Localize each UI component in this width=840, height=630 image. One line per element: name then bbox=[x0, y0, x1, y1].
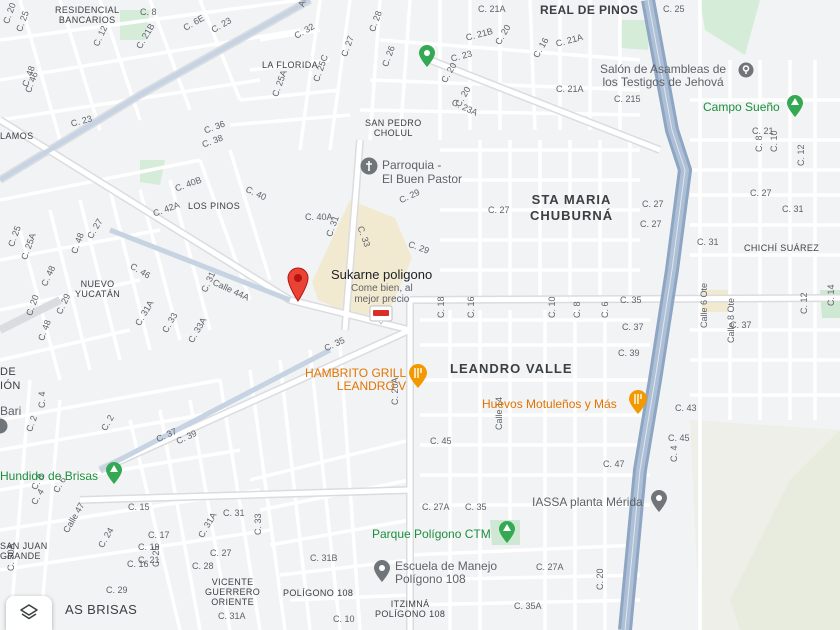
layers-button[interactable] bbox=[6, 596, 52, 630]
poi-bari[interactable]: Bari bbox=[0, 405, 21, 417]
place-icon[interactable] bbox=[0, 418, 8, 436]
industrial-area bbox=[690, 420, 840, 630]
neighborhood-label-mion: DE IÓN bbox=[0, 366, 21, 392]
neighborhood-label-real-de-pinos: REAL DE PINOS bbox=[540, 3, 639, 17]
street-label: C. 35 bbox=[620, 295, 642, 305]
street-label: C. 10 bbox=[547, 296, 557, 318]
street-label: C. 27 bbox=[750, 188, 772, 198]
street-label: C. 27 bbox=[488, 205, 510, 215]
poi-escuela[interactable]: Escuela de Manejo Polígono 108 bbox=[395, 560, 497, 586]
street-label: C. 47 bbox=[603, 459, 625, 469]
street-label: C. 215 bbox=[614, 94, 641, 104]
street-label: C. 14 bbox=[826, 284, 836, 306]
street-label: C. 31A bbox=[218, 611, 246, 621]
street-label: C. 4 bbox=[669, 445, 679, 462]
street-label: C. 25 bbox=[663, 4, 685, 14]
poi-campo-sueno[interactable]: Campo Sueño bbox=[703, 101, 780, 113]
street-label: C. 29 bbox=[106, 585, 128, 595]
park-icon[interactable] bbox=[786, 94, 804, 118]
place-icon[interactable] bbox=[738, 62, 754, 78]
street-label: C. 31 bbox=[782, 204, 804, 214]
street-label: C. 31 bbox=[697, 237, 719, 247]
street-label: C. 6 bbox=[600, 301, 610, 318]
street-label: C. 28 bbox=[192, 561, 214, 571]
neighborhood-label-itzimna: ITZIMNÁ POLÍGONO 108 bbox=[375, 599, 446, 619]
park-icon[interactable] bbox=[498, 520, 516, 544]
street-label: C. 25 bbox=[151, 545, 161, 567]
street-label: C. 33 bbox=[253, 513, 263, 535]
place-icon[interactable] bbox=[650, 489, 668, 513]
map-canvas[interactable]: C. 8 C. 6E C. 12 C. 21B C. 23 Av C. 32 C. 28 C. … bbox=[0, 0, 840, 630]
street-label: C. 37 bbox=[730, 320, 752, 330]
street-label: C. 21A bbox=[478, 4, 506, 14]
neighborhood-label-san-juan-grande: SAN JUAN GRANDE bbox=[0, 541, 48, 561]
poi-parroquia[interactable]: Parroquia - El Buen Pastor bbox=[382, 158, 462, 186]
neighborhood-label-los-pinos: LOS PINOS bbox=[188, 201, 241, 211]
poi-hambrito[interactable]: HAMBRITO GRILL LEANDRO V bbox=[305, 367, 406, 393]
poi-sukarne-subtitle: Come bien, al mejor precio bbox=[351, 283, 413, 305]
store-icon[interactable] bbox=[369, 305, 393, 325]
street-label: C. 35 bbox=[465, 502, 487, 512]
street-label: C. 12 bbox=[796, 144, 806, 166]
place-icon[interactable] bbox=[373, 559, 391, 583]
neighborhood-label-residencial-bancarios: RESIDENCIAL BANCARIOS bbox=[55, 5, 120, 25]
street-label: C. 8 bbox=[572, 301, 582, 318]
street-label: C. 45 bbox=[668, 433, 690, 443]
district-label-leandro-valle: LEANDRO VALLE bbox=[450, 361, 573, 376]
street-label: C. 27 bbox=[642, 199, 664, 209]
poi-hundido[interactable]: Hundido de Brisas bbox=[0, 470, 98, 482]
church-icon[interactable] bbox=[360, 157, 378, 175]
park-icon[interactable] bbox=[105, 461, 123, 485]
street-label: C. 21A bbox=[556, 84, 584, 94]
street-label: C. 31 bbox=[223, 508, 245, 518]
street-label: C. 37 bbox=[622, 322, 644, 332]
poi-salon-asambleas[interactable]: Salón de Asambleas de los Testigos de Jeh… bbox=[600, 63, 726, 89]
layers-icon bbox=[20, 604, 38, 620]
street-label: C. 17 bbox=[148, 530, 170, 540]
neighborhood-label-poligono-108: POLÍGONO 108 bbox=[283, 588, 354, 598]
neighborhood-label-la-florida: LA FLORIDA bbox=[262, 60, 319, 70]
street-label: C. 4 bbox=[37, 391, 47, 408]
park-marker-icon[interactable] bbox=[418, 44, 436, 68]
restaurant-icon[interactable] bbox=[408, 363, 428, 389]
street-label: C. 27A bbox=[422, 502, 450, 512]
street-label: C. 8 bbox=[754, 135, 764, 152]
poi-iassa[interactable]: IASSA planta Mérida bbox=[532, 496, 643, 508]
street-label: C. 27 bbox=[210, 548, 232, 558]
street-label: C. 10 bbox=[769, 130, 779, 152]
street-label: C. 12 bbox=[799, 292, 809, 314]
street-label: C. 45 bbox=[430, 436, 452, 446]
poi-parque-poligono[interactable]: Parque Polígono CTM bbox=[372, 528, 491, 540]
street-label: C. 27 bbox=[640, 219, 662, 229]
street-label: C. 15 bbox=[128, 502, 150, 512]
poi-sukarne[interactable]: Sukarne poligono bbox=[331, 268, 432, 281]
street-label: C. 16 bbox=[466, 296, 476, 318]
restaurant-icon[interactable] bbox=[628, 389, 648, 415]
street-label: C. 39 bbox=[618, 348, 640, 358]
neighborhood-label-alamos: LAMOS bbox=[0, 131, 34, 141]
neighborhood-label-vicente-guerrero: VICENTE GUERRERO ORIENTE bbox=[205, 577, 261, 607]
district-label-sta-maria: STA MARIA CHUBURNÁ bbox=[530, 192, 614, 223]
neighborhood-label-nuevo-yucatan: NUEVO YUCATÁN bbox=[75, 279, 121, 299]
street-label: C. 27A bbox=[536, 562, 564, 572]
neighborhood-label-chichi-suarez: CHICHÍ SUÁREZ bbox=[744, 243, 820, 253]
street-label: C. 18 bbox=[436, 296, 446, 318]
street-label: C. 8 bbox=[140, 7, 157, 17]
street-label: C. 35A bbox=[514, 601, 542, 611]
neighborhood-label-las-brisas: AS BRISAS bbox=[65, 602, 138, 617]
location-pin-icon[interactable] bbox=[286, 266, 310, 302]
street-label: C. 10 bbox=[333, 614, 355, 624]
street-label: C. 20 bbox=[595, 568, 605, 590]
street-label: Calle 6 Ote bbox=[699, 282, 709, 328]
street-label: C. 43 bbox=[675, 403, 697, 413]
street-label: C. 31B bbox=[310, 553, 338, 563]
green-area bbox=[700, 0, 760, 55]
poi-huevos[interactable]: Huevos Motuleños y Más bbox=[482, 398, 617, 410]
neighborhood-label-san-pedro-cholul: SAN PEDRO CHOLUL bbox=[365, 118, 422, 138]
street-label: C. 16 bbox=[127, 559, 149, 569]
